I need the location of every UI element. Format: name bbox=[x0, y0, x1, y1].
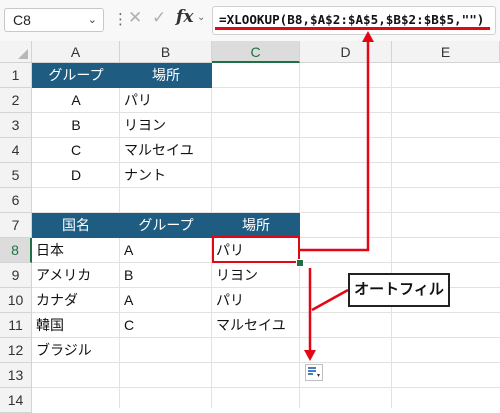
cell-a11[interactable]: 韓国 bbox=[32, 313, 120, 338]
cell-c10[interactable]: パリ bbox=[212, 288, 300, 313]
chevron-down-icon[interactable]: ⌄ bbox=[88, 13, 97, 26]
cell-b12[interactable] bbox=[120, 338, 212, 363]
column-header-c[interactable]: C bbox=[212, 41, 300, 63]
callout-pointer-line bbox=[311, 288, 349, 312]
row-header-7[interactable]: 7 bbox=[0, 213, 32, 238]
cell-b5[interactable]: ナント bbox=[120, 163, 212, 188]
select-all-corner[interactable] bbox=[0, 41, 32, 63]
row-header-1[interactable]: 1 bbox=[0, 63, 32, 88]
column-header-d[interactable]: D bbox=[300, 41, 392, 63]
cell-a9[interactable]: アメリカ bbox=[32, 263, 120, 288]
fill-handle[interactable] bbox=[296, 259, 304, 267]
row-header-12[interactable]: 12 bbox=[0, 338, 32, 363]
row-header-4[interactable]: 4 bbox=[0, 138, 32, 163]
name-box[interactable]: C8 ⌄ bbox=[4, 8, 104, 32]
cell-a3[interactable]: B bbox=[32, 113, 120, 138]
check-icon[interactable]: ✓ bbox=[152, 8, 166, 28]
autofill-callout: オートフィル bbox=[348, 273, 450, 307]
formula-input[interactable]: =XLOOKUP(B8,$A$2:$A$5,$B$2:$B$5,"") bbox=[212, 6, 496, 35]
column-header-a[interactable]: A bbox=[32, 41, 120, 63]
column-header-e[interactable]: E bbox=[392, 41, 500, 63]
fx-icon[interactable]: fx bbox=[176, 7, 193, 27]
cell-b10[interactable]: A bbox=[120, 288, 212, 313]
table1-header-location[interactable]: 場所 bbox=[120, 63, 212, 88]
gridline bbox=[391, 63, 392, 408]
row-header-6[interactable]: 6 bbox=[0, 188, 32, 213]
table2-header-country[interactable]: 国名 bbox=[32, 213, 120, 238]
cell-b2[interactable]: パリ bbox=[120, 88, 212, 113]
cell-b3[interactable]: リヨン bbox=[120, 113, 212, 138]
active-cell-highlight bbox=[212, 236, 300, 263]
row-header-13[interactable]: 13 bbox=[0, 363, 32, 388]
formula-bar-separator: ⋮ bbox=[113, 11, 129, 28]
formula-underline bbox=[215, 27, 490, 30]
cell-a12[interactable]: ブラジル bbox=[32, 338, 120, 363]
table2-header-group[interactable]: グループ bbox=[120, 213, 212, 238]
autofill-options-icon[interactable] bbox=[305, 364, 323, 381]
gridline bbox=[32, 387, 500, 388]
cell-c9[interactable]: リヨン bbox=[212, 263, 300, 288]
name-box-value: C8 bbox=[13, 12, 31, 28]
x-icon[interactable]: ✕ bbox=[128, 8, 142, 28]
row-header-10[interactable]: 10 bbox=[0, 288, 32, 313]
row-header-9[interactable]: 9 bbox=[0, 263, 32, 288]
fx-chevron-icon[interactable]: ⌄ bbox=[197, 12, 205, 23]
cell-b8[interactable]: A bbox=[120, 238, 212, 263]
row-header-2[interactable]: 2 bbox=[0, 88, 32, 113]
cell-a5[interactable]: D bbox=[32, 163, 120, 188]
cell-a10[interactable]: カナダ bbox=[32, 288, 120, 313]
row-header-3[interactable]: 3 bbox=[0, 113, 32, 138]
cell-a4[interactable]: C bbox=[32, 138, 120, 163]
arrow-head-down bbox=[304, 350, 316, 361]
column-header-b[interactable]: B bbox=[120, 41, 212, 63]
cell-b11[interactable]: C bbox=[120, 313, 212, 338]
cell-b4[interactable]: マルセイユ bbox=[120, 138, 212, 163]
row-header-14[interactable]: 14 bbox=[0, 388, 32, 413]
row-header-8[interactable]: 8 bbox=[0, 238, 32, 263]
formula-bar: C8 ⌄ ⋮ ✕ ✓ fx ⌄ =XLOOKUP(B8,$A$2:$A$5,$B… bbox=[0, 0, 500, 41]
table1-header-group[interactable]: グループ bbox=[32, 63, 120, 88]
row-header-11[interactable]: 11 bbox=[0, 313, 32, 338]
row-header-5[interactable]: 5 bbox=[0, 163, 32, 188]
cell-a8[interactable]: 日本 bbox=[32, 238, 120, 263]
cell-c11[interactable]: マルセイユ bbox=[212, 313, 300, 338]
cell-c12[interactable] bbox=[212, 338, 300, 363]
formula-text: =XLOOKUP(B8,$A$2:$A$5,$B$2:$B$5,"") bbox=[219, 12, 485, 27]
cell-b9[interactable]: B bbox=[120, 263, 212, 288]
cell-a2[interactable]: A bbox=[32, 88, 120, 113]
formula-link-arrow bbox=[300, 40, 370, 252]
table2-header-location[interactable]: 場所 bbox=[212, 213, 300, 238]
